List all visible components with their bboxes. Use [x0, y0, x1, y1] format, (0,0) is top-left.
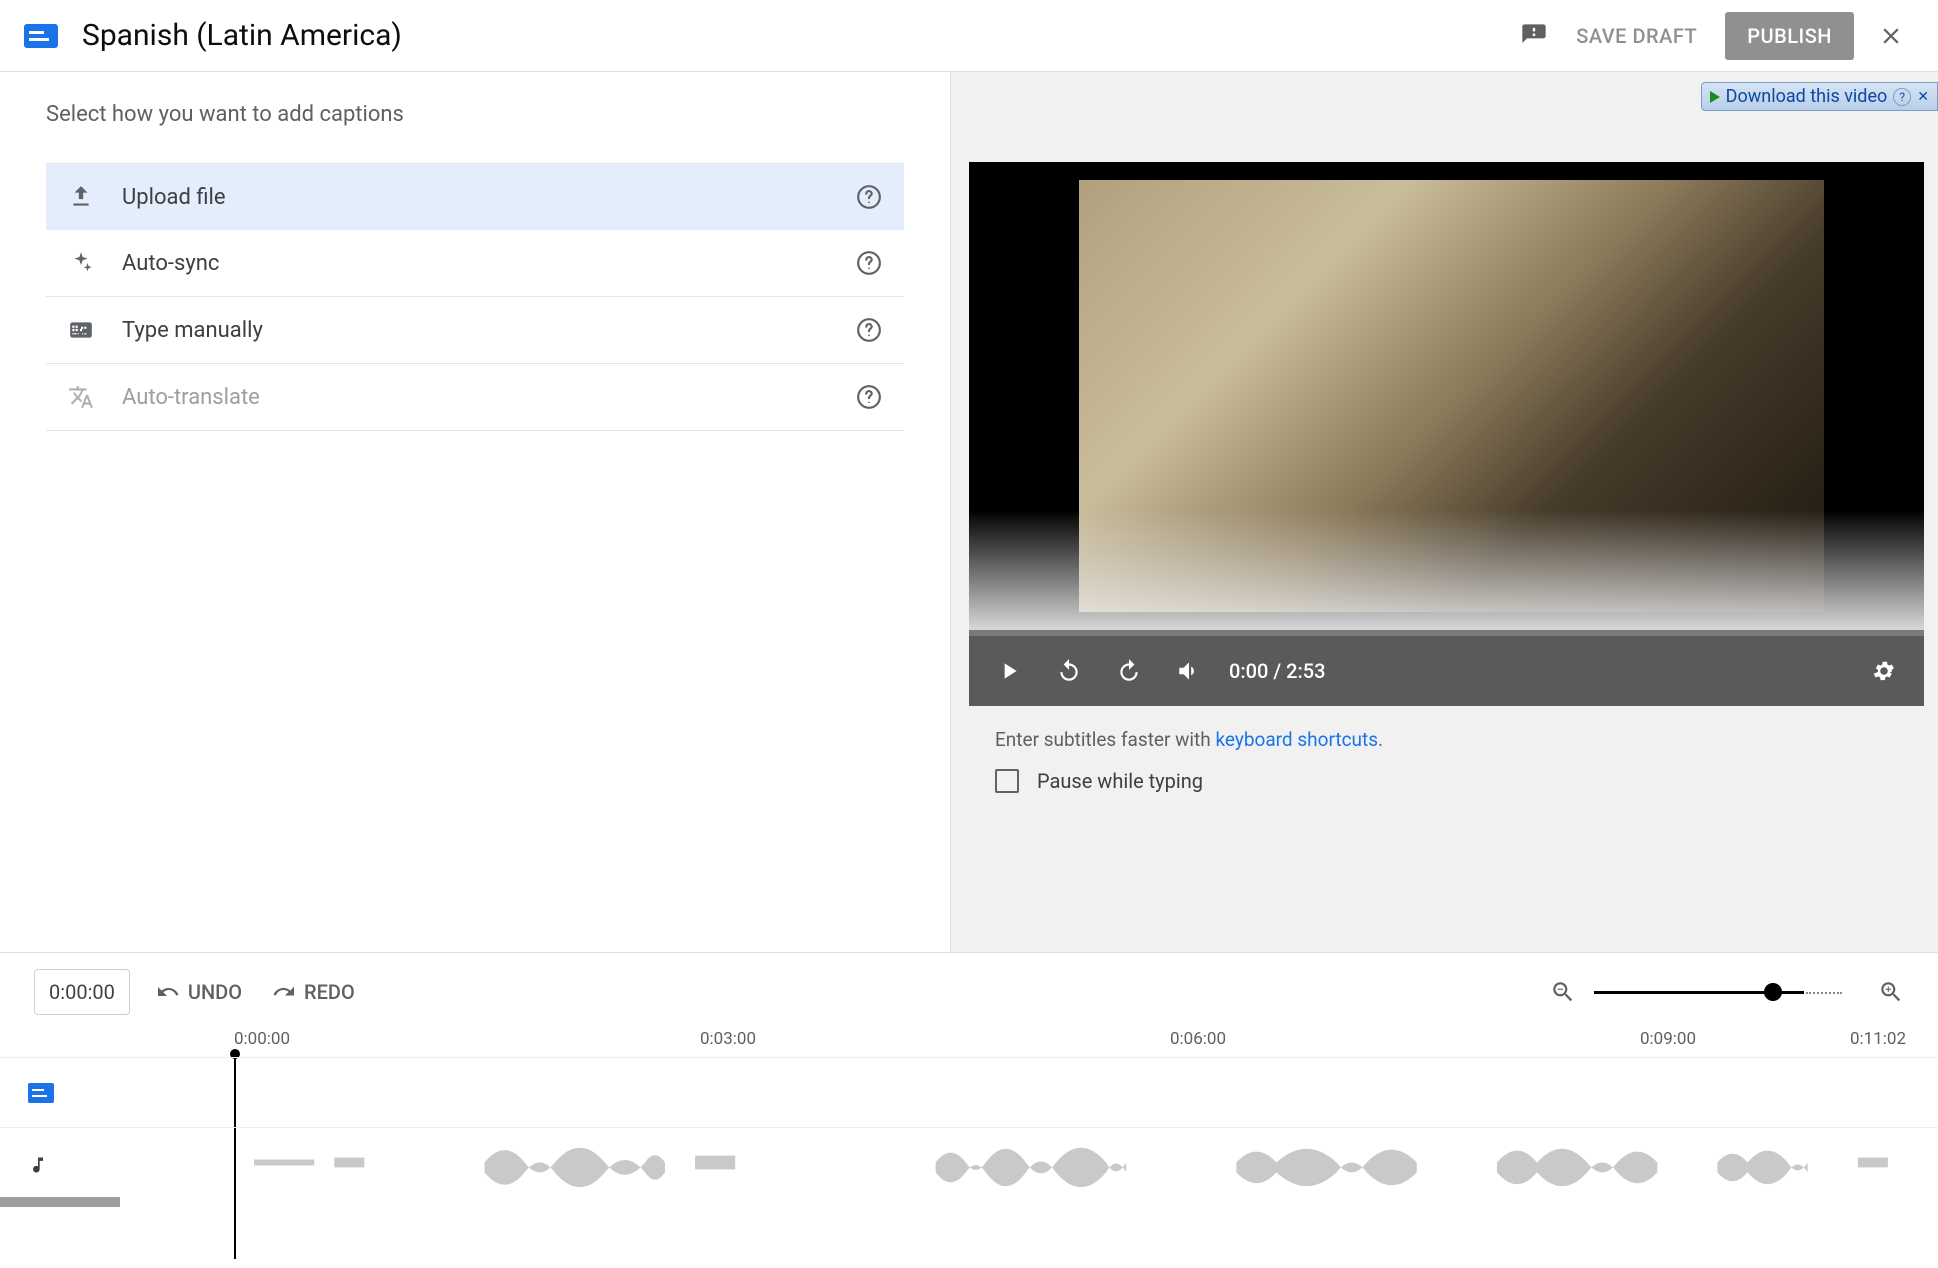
redo-label: REDO [304, 980, 355, 1004]
zoom-slider-thumb[interactable] [1764, 983, 1782, 1001]
header-bar: Spanish (Latin America) SAVE DRAFT PUBLI… [0, 0, 1938, 72]
ruler-tick: 0:09:00 [1640, 1029, 1696, 1049]
help-icon[interactable]: ? [1893, 88, 1911, 106]
option-upload-file[interactable]: Upload file [46, 164, 904, 230]
audio-track[interactable] [0, 1127, 1938, 1197]
help-icon[interactable] [856, 250, 882, 276]
zoom-in-icon[interactable] [1878, 979, 1904, 1005]
option-label: Upload file [122, 185, 856, 210]
feedback-icon[interactable] [1520, 22, 1548, 50]
video-player: 0:00 / 2:53 [969, 162, 1924, 706]
player-controls: 0:00 / 2:53 [969, 636, 1924, 706]
volume-button[interactable] [1169, 651, 1209, 691]
download-video-button[interactable]: Download this video ? ✕ [1701, 82, 1938, 111]
caption-option-list: Upload file Auto-sync Type manually [46, 163, 904, 431]
play-button[interactable] [989, 651, 1029, 691]
timeline-toolbar: 0:00:00 UNDO REDO [0, 969, 1938, 1029]
left-heading: Select how you want to add captions [46, 102, 904, 127]
option-auto-sync[interactable]: Auto-sync [46, 230, 904, 297]
ruler-tick: 0:11:02 [1850, 1029, 1906, 1049]
settings-button[interactable] [1864, 651, 1904, 691]
option-type-manually[interactable]: Type manually [46, 297, 904, 364]
undo-button[interactable]: UNDO [156, 980, 242, 1004]
header-actions: SAVE DRAFT PUBLISH [1520, 12, 1914, 60]
timeline-panel: 0:00:00 UNDO REDO 0:00:00 0:03:00 0:06:0… [0, 952, 1938, 1207]
option-label: Type manually [122, 318, 856, 343]
keyboard-icon [68, 317, 94, 343]
ruler-tick: 0:00:00 [234, 1029, 290, 1049]
ruler-tick: 0:06:00 [1170, 1029, 1226, 1049]
hint-suffix: . [1378, 728, 1383, 751]
zoom-slider[interactable] [1594, 991, 1804, 994]
page-title: Spanish (Latin America) [82, 18, 1520, 53]
help-icon[interactable] [856, 384, 882, 410]
save-draft-button[interactable]: SAVE DRAFT [1562, 14, 1711, 58]
translate-icon [68, 384, 94, 410]
zoom-out-icon[interactable] [1550, 979, 1576, 1005]
right-panel: Download this video ? ✕ 0:00 / 2:53 [951, 72, 1938, 952]
left-panel: Select how you want to add captions Uplo… [0, 72, 951, 952]
ruler-tick: 0:03:00 [700, 1029, 756, 1049]
video-viewport[interactable] [969, 162, 1924, 630]
pause-checkbox[interactable] [995, 769, 1019, 793]
hint-prefix: Enter subtitles faster with [995, 728, 1215, 751]
help-icon[interactable] [856, 317, 882, 343]
option-label: Auto-sync [122, 251, 856, 276]
redo-button[interactable]: REDO [272, 980, 355, 1004]
forward-10-button[interactable] [1109, 651, 1149, 691]
pause-while-typing-row: Pause while typing [995, 769, 1924, 793]
video-area: 0:00 / 2:53 Enter subtitles faster with … [969, 162, 1924, 793]
publish-button[interactable]: PUBLISH [1725, 12, 1854, 60]
option-auto-translate: Auto-translate [46, 364, 904, 431]
time-input[interactable]: 0:00:00 [34, 969, 130, 1015]
captions-track-icon [28, 1083, 54, 1103]
pause-label: Pause while typing [1037, 769, 1203, 793]
timeline-tracks [0, 1057, 1938, 1197]
undo-label: UNDO [188, 980, 242, 1004]
sparkle-icon [68, 250, 94, 276]
horizontal-scrollbar[interactable] [0, 1197, 120, 1207]
upload-icon [68, 184, 94, 210]
music-note-icon [28, 1153, 54, 1173]
download-label: Download this video [1726, 86, 1888, 107]
help-icon[interactable] [856, 184, 882, 210]
main-area: Select how you want to add captions Uplo… [0, 72, 1938, 952]
caption-track[interactable] [0, 1057, 1938, 1127]
replay-10-button[interactable] [1049, 651, 1089, 691]
play-icon [1710, 91, 1720, 103]
keyboard-shortcuts-link[interactable]: keyboard shortcuts [1215, 728, 1378, 751]
option-label: Auto-translate [122, 385, 856, 410]
audio-waveform [234, 1128, 1938, 1197]
shortcuts-hint: Enter subtitles faster with keyboard sho… [995, 728, 1924, 751]
timeline-ruler[interactable]: 0:00:00 0:03:00 0:06:00 0:09:00 0:11:02 [0, 1029, 1938, 1057]
close-button[interactable] [1868, 17, 1914, 55]
close-icon[interactable]: ✕ [1917, 89, 1929, 105]
zoom-controls [1550, 979, 1904, 1005]
video-frame [1079, 180, 1824, 612]
time-display: 0:00 / 2:53 [1229, 659, 1326, 683]
captions-icon [24, 24, 58, 48]
